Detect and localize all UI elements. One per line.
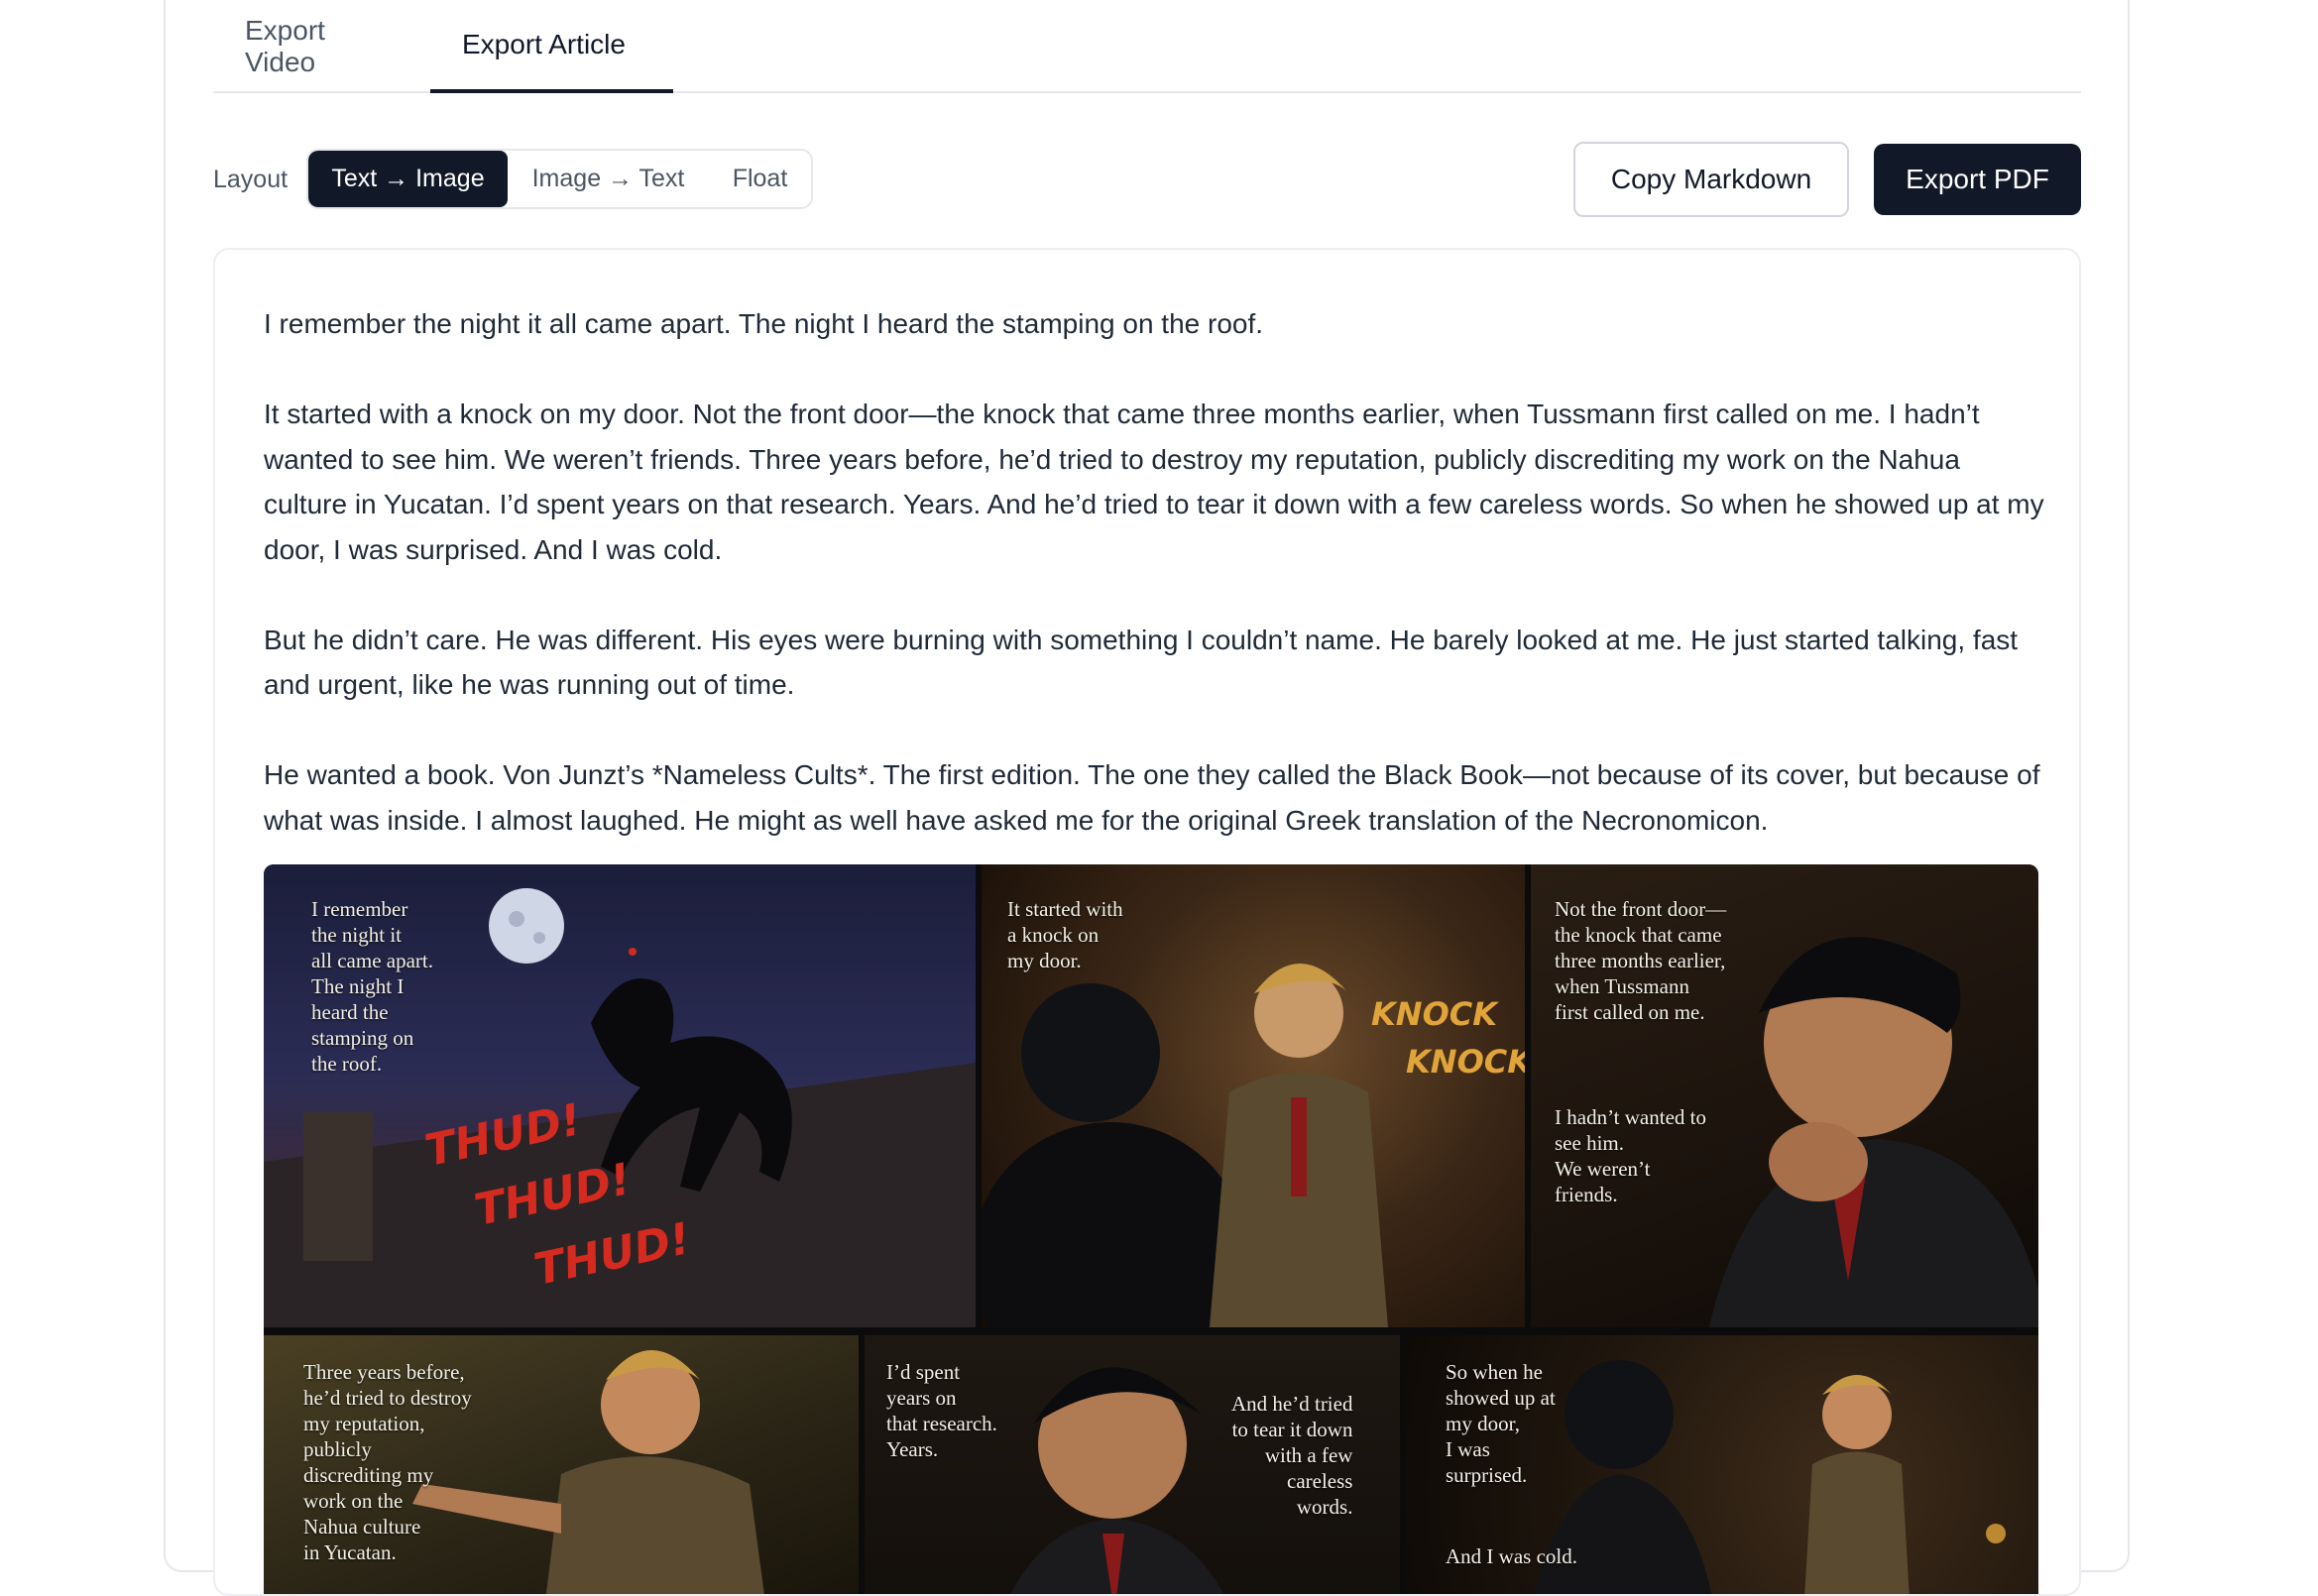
export-tabs: Export Video Export Article: [213, 0, 2081, 93]
article-paragraph: It started with a knock on my door. Not …: [264, 399, 2044, 565]
copy-markdown-button[interactable]: Copy Markdown: [1573, 142, 1849, 217]
comic-panel-4: Three years before, he’d tried to destro…: [264, 1335, 859, 1594]
comic-caption: And I was cold.: [1446, 1544, 1577, 1568]
layout-segmented-control: Text → Image Image → Text Float: [306, 149, 813, 209]
comic-sfx: KNOCK: [1406, 1043, 1525, 1081]
comic-caption: Not the front door— the knock that came …: [1555, 897, 1727, 1024]
comic-panel-5: I’d spent years on that research. Years.…: [865, 1335, 1400, 1594]
article-body: I remember the night it all came apart. …: [264, 301, 2048, 888]
comic-caption: Three years before, he’d tried to destro…: [303, 1360, 472, 1564]
tab-export-article[interactable]: Export Article: [430, 0, 673, 93]
comic-panel-6: So when he showed up at my door, I was s…: [1406, 1335, 2038, 1594]
layout-option-text-image[interactable]: Text → Image: [308, 151, 508, 207]
comic-caption: It started with a knock on my door.: [1007, 897, 1123, 972]
layout-label: Layout: [213, 165, 289, 193]
article-paragraph: He wanted a book. Von Junzt’s *Nameless …: [264, 759, 2040, 836]
comic-caption: And he’d tried to tear it down with a fe…: [1231, 1392, 1353, 1519]
comic-caption: So when he showed up at my door, I was s…: [1446, 1360, 1556, 1487]
comic-caption: I hadn’t wanted to see him. We weren’t f…: [1555, 1105, 1706, 1206]
article-paragraph: But he didn’t care. He was different. Hi…: [264, 624, 2019, 701]
comic-panel-1: I remember the night it all came apart. …: [264, 864, 976, 1327]
comic-page-image: I remember the night it all came apart. …: [264, 864, 2038, 1594]
layout-option-float[interactable]: Float: [709, 151, 811, 207]
layout-option-image-text[interactable]: Image → Text: [508, 151, 709, 207]
article-preview: I remember the night it all came apart. …: [213, 248, 2081, 1596]
export-pdf-button[interactable]: Export PDF: [1874, 144, 2081, 215]
comic-caption: I’d spent years on that research. Years.: [886, 1360, 997, 1461]
export-toolbar: Layout Text → Image Image → Text Float C…: [213, 142, 2081, 217]
comic-panel-2: It started with a knock on my door. KNOC…: [982, 864, 1525, 1327]
comic-sfx: KNOCK: [1371, 995, 1498, 1033]
comic-panel-3: Not the front door— the knock that came …: [1531, 864, 2038, 1327]
tab-export-video[interactable]: Export Video: [213, 0, 430, 93]
article-paragraph: I remember the night it all came apart. …: [264, 308, 1264, 339]
comic-caption: I remember the night it all came apart. …: [311, 897, 434, 1076]
